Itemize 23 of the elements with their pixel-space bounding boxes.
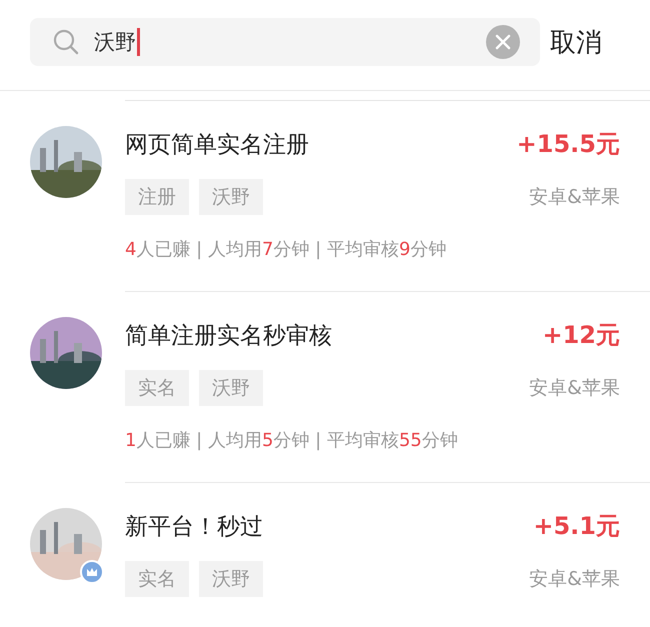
platform-label: 安卓&苹果	[529, 185, 620, 210]
tag: 沃野	[199, 370, 263, 406]
tag: 实名	[125, 370, 189, 406]
tag: 沃野	[199, 561, 263, 597]
task-reward: +5.1元	[533, 511, 620, 542]
task-title[interactable]: 新平台！秒过	[125, 510, 263, 542]
tag: 实名	[125, 561, 189, 597]
tag: 注册	[125, 179, 189, 215]
task-title[interactable]: 简单注册实名秒审核	[125, 320, 332, 350]
search-text: 沃野	[94, 29, 136, 56]
text-cursor	[137, 28, 140, 56]
platform-label: 安卓&苹果	[529, 567, 620, 592]
task-reward: +15.5元	[516, 129, 620, 160]
search-field[interactable]: 沃野	[30, 18, 540, 66]
platform-label: 安卓&苹果	[529, 376, 620, 401]
clear-icon[interactable]	[486, 25, 520, 59]
search-icon	[52, 28, 80, 56]
task-stats: 4人已赚 | 人均用7分钟 | 平均审核9分钟	[125, 238, 448, 262]
task-reward: +12元	[542, 320, 620, 351]
task-title[interactable]: 网页简单实名注册	[125, 128, 309, 160]
tag: 沃野	[199, 179, 263, 215]
task-stats: 1人已赚 | 人均用5分钟 | 平均审核55分钟	[125, 429, 459, 453]
cancel-button[interactable]: 取消	[540, 24, 602, 60]
